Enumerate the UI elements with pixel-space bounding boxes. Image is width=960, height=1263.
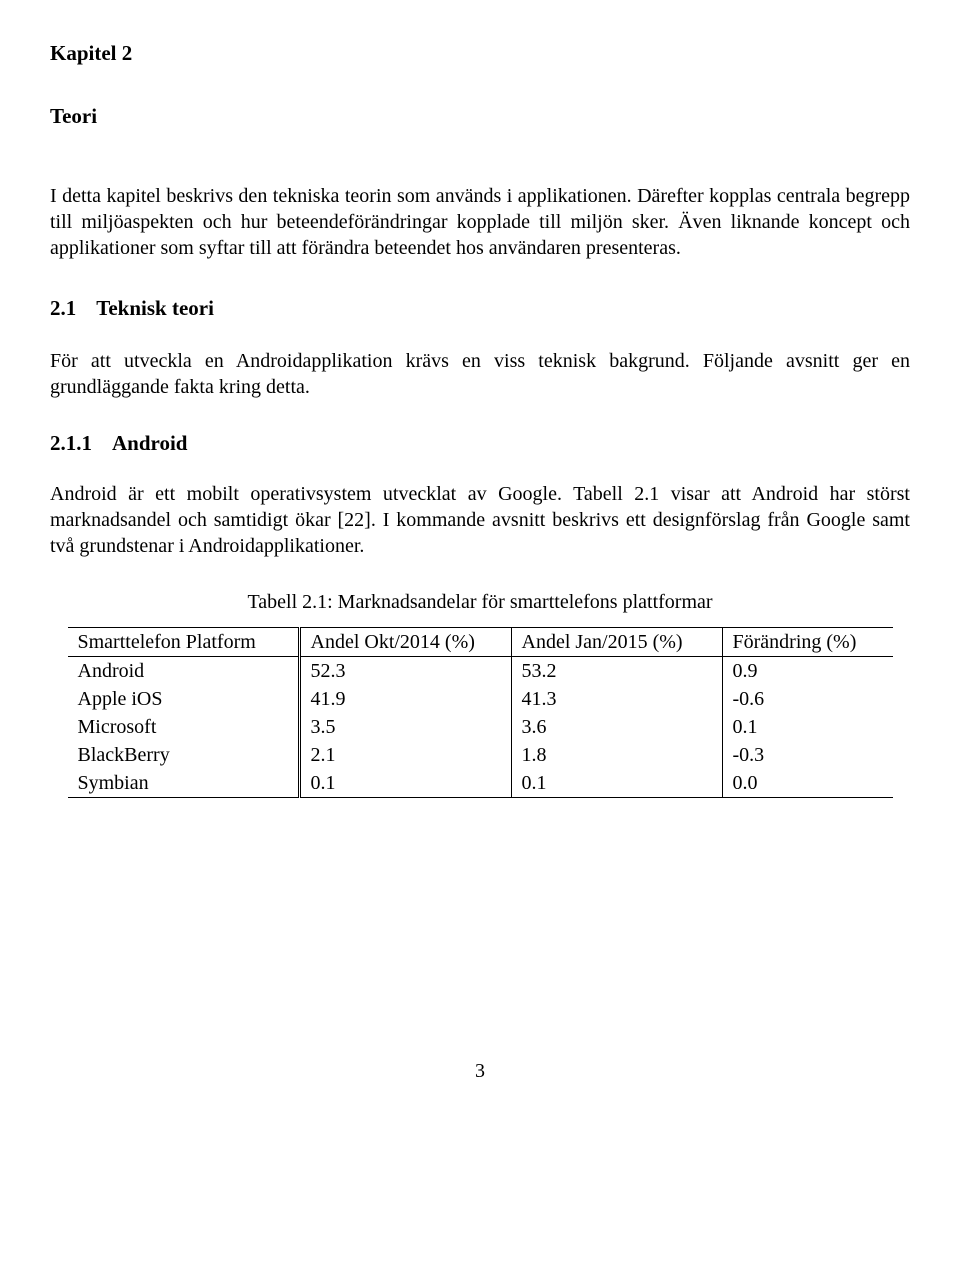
table-header-row: Smarttelefon Platform Andel Okt/2014 (%)… <box>68 628 893 657</box>
table-cell: -0.3 <box>722 741 893 769</box>
subsection-number: 2.1.1 <box>50 430 92 457</box>
market-share-table: Smarttelefon Platform Andel Okt/2014 (%)… <box>68 627 893 798</box>
table-row: BlackBerry 2.1 1.8 -0.3 <box>68 741 893 769</box>
table-cell: -0.6 <box>722 685 893 713</box>
table-row: Microsoft 3.5 3.6 0.1 <box>68 713 893 741</box>
table-cell: 41.3 <box>511 685 722 713</box>
table-cell: 52.3 <box>299 657 511 686</box>
section-2-1-1-paragraph: Android är ett mobilt operativsystem utv… <box>50 481 910 559</box>
table-cell: 3.5 <box>299 713 511 741</box>
table-cell: 0.0 <box>722 769 893 798</box>
section-2-1-paragraph: För att utveckla en Androidapplikation k… <box>50 348 910 400</box>
page-number: 3 <box>50 1058 910 1084</box>
table-cell: 0.1 <box>722 713 893 741</box>
table-cell: Apple iOS <box>68 685 300 713</box>
section-2-1-heading: 2.1 Teknisk teori <box>50 295 910 322</box>
table-cell: 3.6 <box>511 713 722 741</box>
section-title: Teknisk teori <box>96 296 214 320</box>
table-row: Symbian 0.1 0.1 0.0 <box>68 769 893 798</box>
table-cell: 0.1 <box>299 769 511 798</box>
table-cell: 0.9 <box>722 657 893 686</box>
table-cell: 0.1 <box>511 769 722 798</box>
table-row: Android 52.3 53.2 0.9 <box>68 657 893 686</box>
table-cell: BlackBerry <box>68 741 300 769</box>
intro-paragraph: I detta kapitel beskrivs den tekniska te… <box>50 183 910 261</box>
table-cell: 41.9 <box>299 685 511 713</box>
table-caption: Tabell 2.1: Marknadsandelar för smarttel… <box>50 589 910 615</box>
table-cell: Symbian <box>68 769 300 798</box>
subsection-title: Android <box>112 431 187 455</box>
table-cell: 1.8 <box>511 741 722 769</box>
table-cell: 2.1 <box>299 741 511 769</box>
section-2-1-1-heading: 2.1.1 Android <box>50 430 910 457</box>
table-cell: 53.2 <box>511 657 722 686</box>
table-cell: Microsoft <box>68 713 300 741</box>
table-row: Apple iOS 41.9 41.3 -0.6 <box>68 685 893 713</box>
table-header-jan: Andel Jan/2015 (%) <box>511 628 722 657</box>
chapter-label: Kapitel 2 <box>50 40 910 67</box>
table-header-change: Förändring (%) <box>722 628 893 657</box>
table-header-platform: Smarttelefon Platform <box>68 628 300 657</box>
table-cell: Android <box>68 657 300 686</box>
section-number: 2.1 <box>50 295 76 322</box>
table-header-okt: Andel Okt/2014 (%) <box>299 628 511 657</box>
chapter-title: Teori <box>50 103 910 130</box>
